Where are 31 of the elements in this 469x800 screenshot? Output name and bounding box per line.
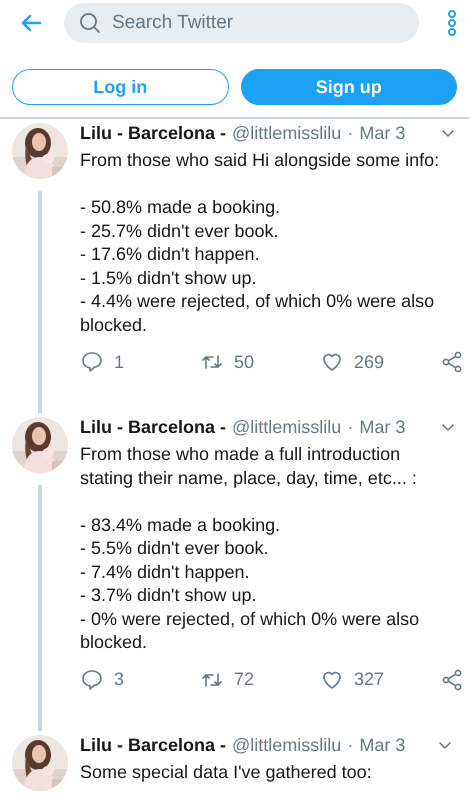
reply-icon[interactable] (80, 350, 104, 374)
like-count: 269 (354, 352, 384, 372)
tweet-text: From those who said Hi alongside some info: - 50.8% made a booking. - 25.7% didn't ever book. - 17.6% didn't happen. - 1.5% didn't show up. - 4.4% were rejected, of which 0% were also blocked. (80, 149, 440, 336)
tweet-date[interactable]: Mar 3 (359, 415, 406, 439)
sign-up-button[interactable]: Sign up (240, 69, 457, 105)
author-name[interactable]: Lilu - Barcelona - (80, 732, 226, 756)
retweet-count: 72 (234, 669, 254, 690)
reply-icon[interactable] (80, 668, 104, 692)
author-name[interactable]: Lilu - Barcelona - (80, 121, 226, 145)
share-icon[interactable] (440, 350, 464, 374)
author-name[interactable]: Lilu - Barcelona - (80, 415, 226, 439)
separator-dot: · (347, 122, 354, 145)
share-icon[interactable] (440, 668, 464, 692)
back-arrow-icon[interactable] (20, 12, 42, 34)
tweet-date[interactable]: Mar 3 (359, 732, 406, 756)
search-field[interactable]: Search Twitter (64, 3, 419, 43)
retweet-count: 50 (234, 352, 254, 372)
separator-dot: · (347, 416, 354, 439)
tweet-text: Some special data I've gathered too: (80, 760, 373, 784)
author-handle[interactable]: @littlemisslilu (232, 415, 342, 439)
author-handle[interactable]: @littlemisslilu (232, 121, 342, 145)
reply-count: 1 (114, 352, 124, 372)
log-in-button[interactable]: Log in (12, 69, 228, 105)
search-icon (78, 11, 102, 35)
like-count: 327 (354, 669, 384, 690)
more-options-icon[interactable] (447, 9, 457, 37)
tweet-text: From those who made a full introduction stating their name, place, day, time, etc... : - 83.4% made a booking. - 5.5% didn't ever book. - 7.4% didn't happen. - 3.7% didn't show up. - 0% were rejected, of which 0% were also blocked. (80, 443, 420, 654)
reply-count: 3 (114, 669, 124, 690)
tweet-date[interactable]: Mar 3 (359, 121, 406, 145)
separator-dot: · (347, 734, 354, 756)
author-handle[interactable]: @littlemisslilu (232, 732, 342, 756)
